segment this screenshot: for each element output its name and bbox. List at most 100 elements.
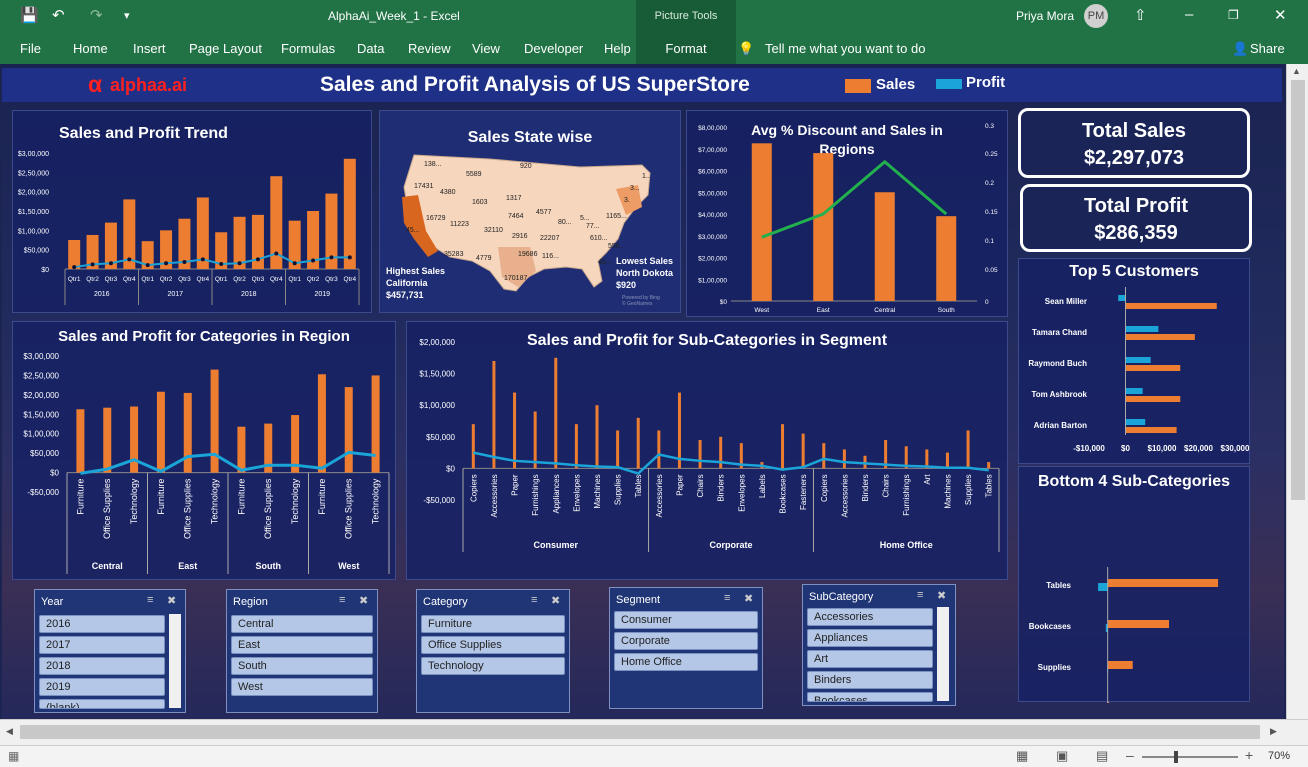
multi-select-icon[interactable]: ≡ bbox=[724, 592, 730, 604]
x-tick-label: $0 bbox=[1121, 444, 1130, 453]
y-tick-label: $3,00,000 bbox=[23, 352, 59, 361]
slicer-item[interactable]: Appliances bbox=[807, 629, 933, 647]
user-name[interactable]: Priya Mora bbox=[1016, 9, 1074, 23]
bar-sales bbox=[751, 143, 772, 301]
vertical-scrollbar[interactable]: ▲ bbox=[1286, 64, 1308, 719]
tab-page-layout[interactable]: Page Layout bbox=[189, 41, 262, 56]
slicer-scrollbar[interactable] bbox=[937, 607, 949, 701]
slicer-item[interactable]: 2017 bbox=[39, 636, 165, 654]
tab-developer[interactable]: Developer bbox=[524, 41, 583, 56]
clear-filter-icon[interactable]: ✖ bbox=[744, 592, 753, 605]
slicer-item[interactable]: Technology bbox=[421, 657, 565, 675]
tab-file[interactable]: File bbox=[20, 41, 41, 56]
subcategories-segment-chart[interactable]: Sales and Profit for Sub-Categories in S… bbox=[406, 321, 1008, 580]
slicer-item[interactable]: South bbox=[231, 657, 373, 675]
slicer-item[interactable]: Furniture bbox=[421, 615, 565, 633]
multi-select-icon[interactable]: ≡ bbox=[147, 594, 153, 606]
redo-icon[interactable]: ↷ bbox=[90, 6, 103, 24]
bottom4-subcategories-chart[interactable]: Bottom 4 Sub-Categories Tables Bookcases S… bbox=[1018, 466, 1250, 703]
tab-home[interactable]: Home bbox=[73, 41, 108, 56]
slicer-item[interactable]: Binders bbox=[807, 671, 933, 689]
sales-state-map[interactable]: Sales State wise 138... 17431 4380 5589 920 1… bbox=[379, 110, 681, 313]
slicer-item[interactable]: Accessories bbox=[807, 608, 933, 626]
slicer-item[interactable]: West bbox=[231, 678, 373, 696]
save-icon[interactable]: 💾 bbox=[20, 6, 39, 24]
clear-filter-icon[interactable]: ✖ bbox=[551, 594, 560, 607]
y-tick-label: $0 bbox=[41, 267, 49, 274]
share-button[interactable]: Share bbox=[1250, 41, 1285, 56]
map-value-label: 2916 bbox=[512, 233, 528, 240]
tab-help[interactable]: Help bbox=[604, 41, 631, 56]
slicer-item[interactable]: Central bbox=[231, 615, 373, 633]
category-label: Adrian Barton bbox=[1034, 421, 1087, 430]
share-icon[interactable]: 👤 bbox=[1232, 41, 1248, 57]
slicer-item[interactable]: (blank) bbox=[39, 699, 165, 709]
slicer-scrollbar[interactable] bbox=[169, 614, 181, 708]
undo-icon[interactable]: ↶ bbox=[52, 6, 65, 24]
close-icon[interactable]: ✕ bbox=[1274, 6, 1287, 24]
scroll-up-icon[interactable]: ▲ bbox=[1292, 66, 1301, 76]
slicer-item[interactable]: 2018 bbox=[39, 657, 165, 675]
x-tick-label: Copiers bbox=[820, 474, 829, 502]
sales-profit-trend-chart[interactable]: Sales and Profit Trend $3,00,000 $2,50,00… bbox=[12, 110, 372, 313]
slicer-item[interactable]: Corporate bbox=[614, 632, 758, 650]
top5-customers-chart[interactable]: Top 5 Customers Sean Miller Tamara Chand R… bbox=[1018, 258, 1250, 464]
slicer-item[interactable]: Home Office bbox=[614, 653, 758, 671]
ribbon-display-options-icon[interactable]: ⇧ bbox=[1134, 6, 1147, 24]
tab-formulas[interactable]: Formulas bbox=[281, 41, 335, 56]
tab-format[interactable]: Format bbox=[636, 33, 736, 64]
slicer-item[interactable]: Bookcases bbox=[807, 692, 933, 702]
slicer-item[interactable]: 2019 bbox=[39, 678, 165, 696]
multi-select-icon[interactable]: ≡ bbox=[531, 594, 537, 606]
subcategory-slicer[interactable]: SubCategory ≡ ✖ Accessories Appliances A… bbox=[802, 584, 956, 706]
slicer-item[interactable]: East bbox=[231, 636, 373, 654]
zoom-slider-thumb[interactable] bbox=[1174, 751, 1178, 763]
zoom-in-icon[interactable]: + bbox=[1245, 747, 1253, 763]
discount-sales-chart[interactable]: Avg % Discount and Sales in Regions $8,0… bbox=[686, 110, 1008, 317]
scroll-left-icon[interactable]: ◀ bbox=[6, 726, 13, 737]
zoom-slider[interactable] bbox=[1142, 756, 1238, 758]
restore-icon[interactable]: ❐ bbox=[1228, 8, 1239, 22]
tab-data[interactable]: Data bbox=[357, 41, 384, 56]
slicer-item[interactable]: Art bbox=[807, 650, 933, 668]
slicer-item[interactable]: 2016 bbox=[39, 615, 165, 633]
multi-select-icon[interactable]: ≡ bbox=[917, 589, 923, 601]
slicer-item[interactable]: Office Supplies bbox=[421, 636, 565, 654]
categories-region-chart[interactable]: Sales and Profit for Categories in Regio… bbox=[12, 321, 396, 580]
x-tick-label: Chairs bbox=[696, 474, 705, 497]
page-layout-view-icon[interactable]: ▣ bbox=[1056, 748, 1068, 764]
clear-filter-icon[interactable]: ✖ bbox=[359, 594, 368, 607]
category-slicer[interactable]: Category ≡ ✖ Furniture Office Supplies T… bbox=[416, 589, 570, 713]
x-tick-label: Supplies bbox=[614, 474, 623, 505]
horizontal-scrollbar[interactable]: ◀ ▶ bbox=[0, 719, 1308, 745]
bar-sales bbox=[76, 409, 85, 473]
clear-filter-icon[interactable]: ✖ bbox=[937, 589, 946, 602]
multi-select-icon[interactable]: ≡ bbox=[339, 594, 345, 606]
y-tick-label: $3,00,000 bbox=[698, 234, 727, 241]
x-tick-label: Furniture bbox=[75, 479, 85, 515]
normal-view-icon[interactable]: ▦ bbox=[1016, 748, 1028, 764]
bar-sales bbox=[130, 406, 139, 473]
page-break-view-icon[interactable]: ▤ bbox=[1096, 748, 1108, 764]
tab-view[interactable]: View bbox=[472, 41, 500, 56]
tab-insert[interactable]: Insert bbox=[133, 41, 166, 56]
customize-toolbar-icon[interactable]: ▾ bbox=[124, 9, 130, 22]
clear-filter-icon[interactable]: ✖ bbox=[167, 594, 176, 607]
scroll-right-icon[interactable]: ▶ bbox=[1270, 726, 1277, 737]
bar-sales bbox=[822, 443, 826, 469]
region-slicer[interactable]: Region ≡ ✖ Central East South West bbox=[226, 589, 378, 713]
avatar[interactable]: PM bbox=[1084, 4, 1108, 28]
scroll-thumb[interactable] bbox=[1291, 80, 1305, 500]
scroll-thumb[interactable] bbox=[20, 725, 1260, 739]
tell-me-search[interactable]: Tell me what you want to do bbox=[765, 41, 925, 56]
minimize-icon[interactable]: – bbox=[1185, 6, 1193, 23]
discount-line bbox=[761, 159, 948, 239]
slicer-item[interactable]: Consumer bbox=[614, 611, 758, 629]
x-tick-label: Qtr4 bbox=[270, 276, 283, 283]
year-slicer[interactable]: Year ≡ ✖ 2016 2017 2018 2019 (blank) bbox=[34, 589, 186, 713]
zoom-out-icon[interactable]: – bbox=[1126, 747, 1134, 763]
bar-sales bbox=[237, 426, 246, 473]
tab-review[interactable]: Review bbox=[408, 41, 451, 56]
zoom-level[interactable]: 70% bbox=[1268, 750, 1290, 762]
segment-slicer[interactable]: Segment ≡ ✖ Consumer Corporate Home Offi… bbox=[609, 587, 763, 709]
